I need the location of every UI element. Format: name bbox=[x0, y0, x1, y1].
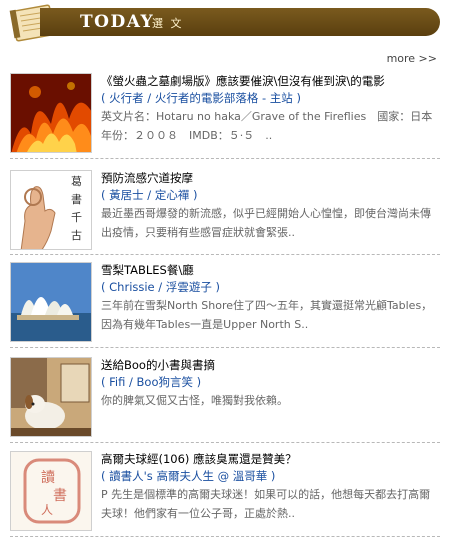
thumbnail-opera-house[interactable] bbox=[10, 262, 92, 342]
item-excerpt: P 先生是個標準的高爾夫球迷！如果可以的話，他想每天都去打高爾夫球！他們家有一位… bbox=[101, 488, 431, 520]
thumbnail-fire[interactable] bbox=[10, 73, 92, 153]
calligraphy-char: 葛 bbox=[71, 175, 82, 188]
seal-char: 書 bbox=[53, 488, 67, 504]
calligraphy-char: 千 bbox=[71, 211, 82, 224]
divider bbox=[10, 158, 440, 159]
header-subtitle: 選 文 bbox=[152, 17, 184, 30]
item-title[interactable]: 送給Boo的小書與書摘 bbox=[101, 357, 441, 374]
item-author[interactable]: ( 黃居士 / 定心禪 ) bbox=[101, 187, 441, 204]
item-title[interactable]: 《螢火蟲之墓劇場版》應該要催淚\但沒有催到淚\的電影 bbox=[101, 73, 441, 90]
thumbnail-seal[interactable]: 讀 書 人 bbox=[10, 451, 92, 531]
more-link[interactable]: more >> bbox=[387, 52, 437, 65]
calligraphy-char: 古 bbox=[71, 229, 82, 242]
item-author[interactable]: ( 火行者 / 火行者的電影部落格 - 主站 ) bbox=[101, 90, 441, 107]
seal-char: 人 bbox=[41, 503, 53, 517]
item-excerpt: 三年前在雪梨North Shore住了四～五年，其實還挺常光顧Tables，因為… bbox=[101, 299, 433, 331]
divider bbox=[10, 442, 440, 443]
item-title[interactable]: 雪梨TABLES餐\廳 bbox=[101, 262, 441, 279]
calligraphy-char: 書 bbox=[71, 192, 82, 206]
item-excerpt: 英文片名：Hotaru no haka／Grave of the Firefli… bbox=[101, 110, 444, 142]
header-title: TODAY bbox=[80, 12, 155, 32]
divider bbox=[10, 536, 440, 537]
item-author[interactable]: ( Fifi / Boo狗言笑 ) bbox=[101, 374, 441, 391]
divider bbox=[10, 254, 440, 255]
item-excerpt: 最近墨西哥爆發的新流感，似乎已經開始人心惶惶，即使台灣尚未傳出疫情，只要稍有些感… bbox=[101, 207, 431, 239]
seal-char: 讀 bbox=[41, 470, 55, 486]
item-excerpt: 你的脾氣又倔又古怪，唯獨對我依賴。 bbox=[101, 394, 288, 407]
thumbnail-hand[interactable]: 葛 書 千 古 bbox=[10, 170, 92, 250]
thumbnail-dog[interactable] bbox=[10, 357, 92, 437]
item-author[interactable]: ( 讀書人's 高爾夫人生 @ 溫哥華 ) bbox=[101, 468, 441, 485]
item-title[interactable]: 高爾夫球經(106) 應該臭罵還是贊美？ bbox=[101, 451, 441, 468]
section-header: TODAY 選 文 bbox=[0, 0, 453, 50]
divider bbox=[10, 347, 440, 348]
item-author[interactable]: ( Chrissie / 浮雲遊子 ) bbox=[101, 279, 441, 296]
item-title[interactable]: 預防流感穴道按摩 bbox=[101, 170, 441, 187]
